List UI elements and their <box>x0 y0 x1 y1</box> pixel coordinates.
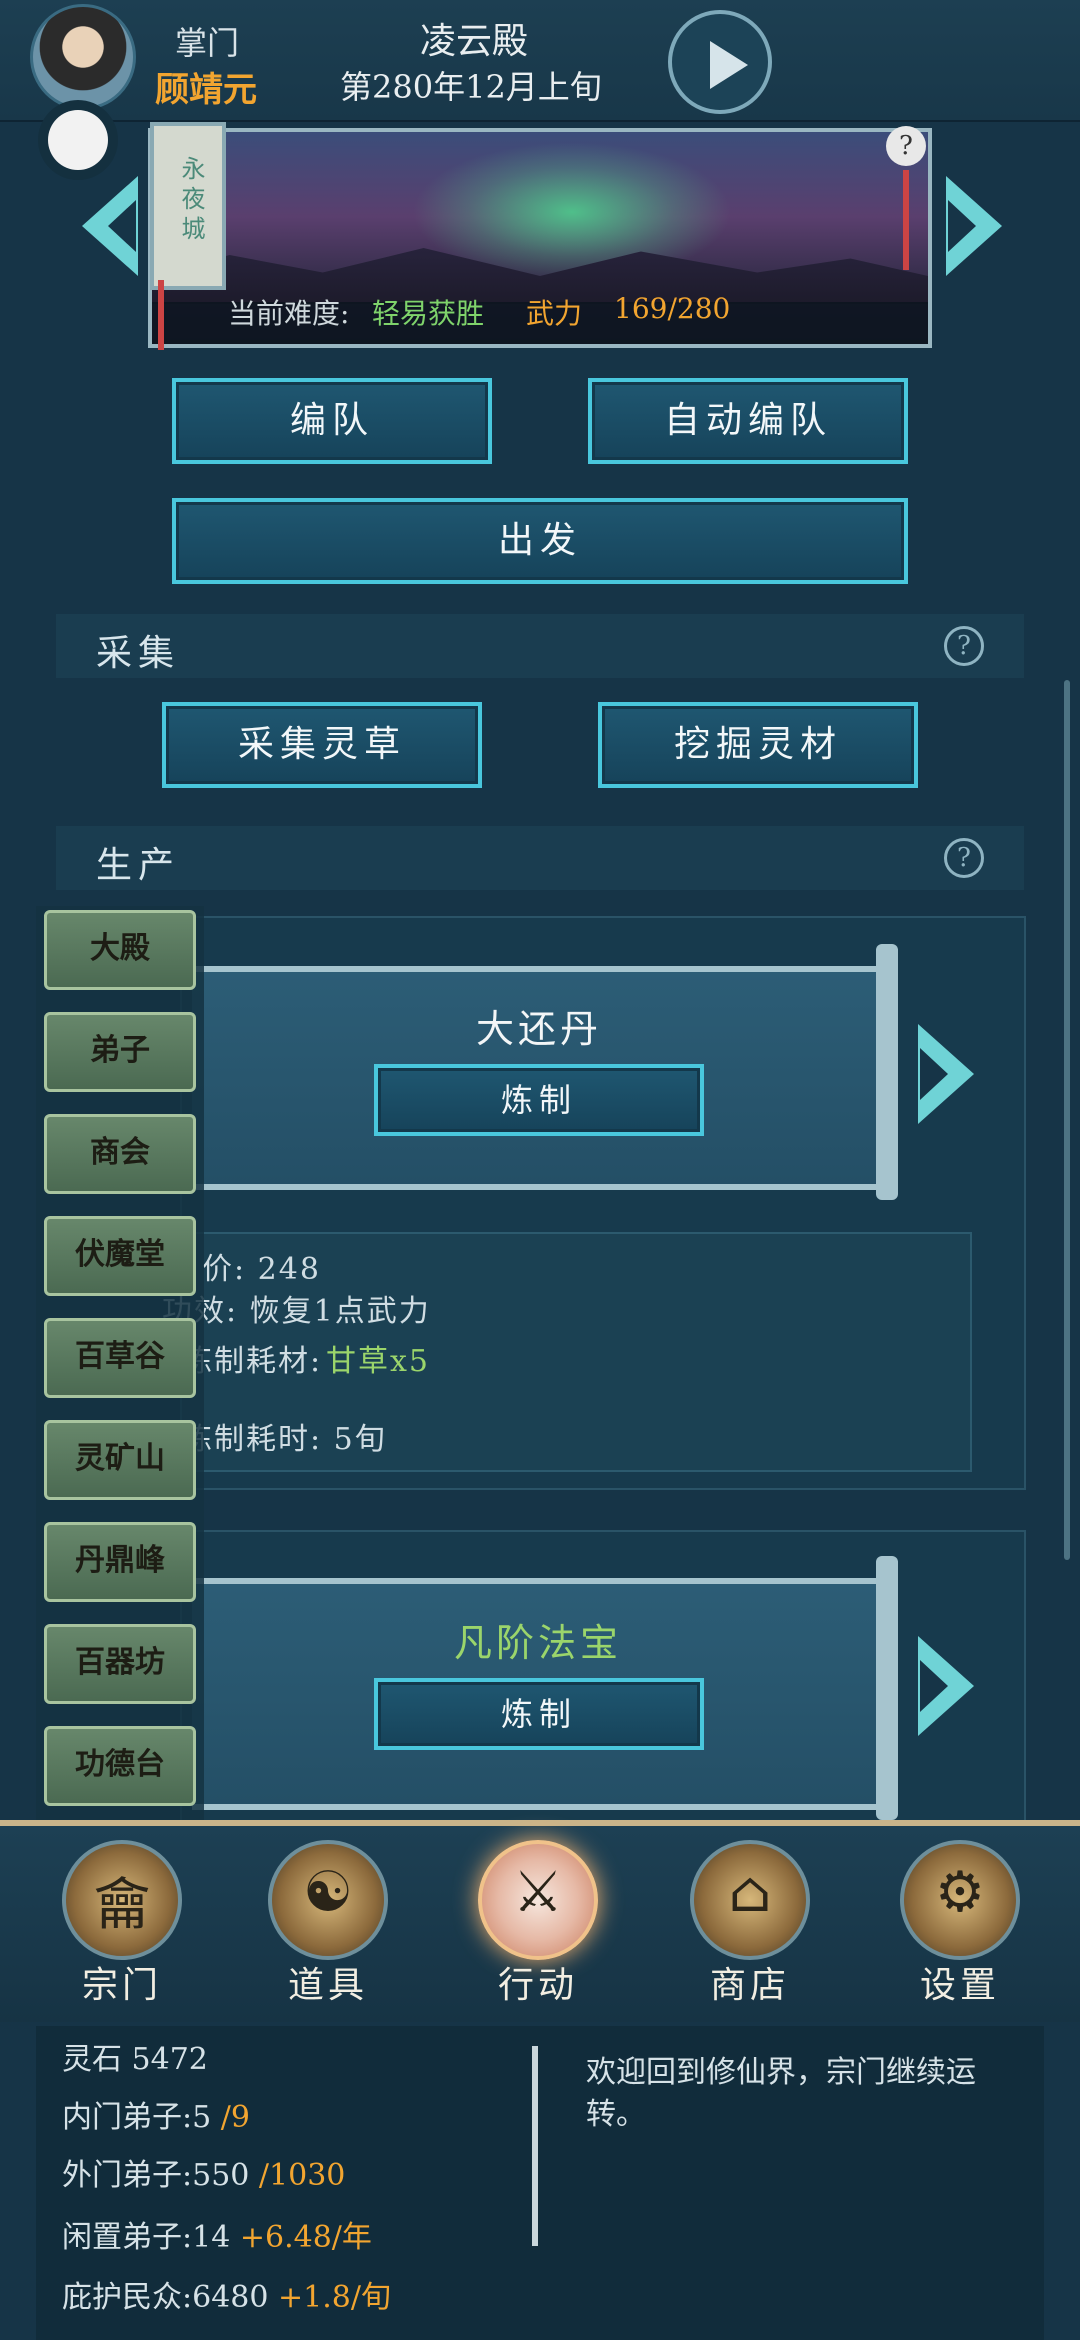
city-name: 永夜城 <box>177 156 205 246</box>
next-product-arrow-icon[interactable] <box>912 1004 982 1144</box>
stat-label: 内门弟子: <box>62 2100 193 2135</box>
tab-label: 设置 <box>919 1965 1000 2006</box>
stat-rate: +1.8/旬 <box>278 2280 391 2315</box>
nav-cauldron-peak[interactable]: 丹鼎峰 <box>44 1522 196 1602</box>
leader-name: 顾靖元 <box>155 70 257 110</box>
force-label: 武力 <box>526 297 583 330</box>
stat-label: 闲置弟子: <box>62 2220 193 2255</box>
nav-mine-mountain[interactable]: 灵矿山 <box>44 1420 196 1500</box>
outer-disciples-stat: 外门弟子:550 /1030 <box>62 2150 345 2194</box>
idle-disciples-stat: 闲置弟子:14 +6.48/年 <box>62 2212 372 2256</box>
craft-button[interactable]: 炼制 <box>374 1064 704 1136</box>
prev-city-arrow-icon[interactable] <box>74 156 144 296</box>
tab-label: 商店 <box>709 1965 790 2006</box>
scrollbar[interactable] <box>1064 680 1070 1560</box>
force-value: 169/280 <box>614 292 731 325</box>
shop-icon: ⌂ <box>728 1860 772 1925</box>
next-city-arrow-icon[interactable] <box>940 156 1010 296</box>
stat-value: 6480 <box>192 2280 269 2315</box>
nav-disciples[interactable]: 弟子 <box>44 1012 196 1092</box>
tab-action[interactable]: ⚔ 行动 <box>468 1826 608 2006</box>
leader-title-label: 掌门 <box>175 24 240 62</box>
stat-value: 14 <box>192 2220 231 2255</box>
help-icon[interactable]: ? <box>886 126 926 166</box>
stat-value: 5 <box>192 2100 212 2135</box>
inner-disciples-stat: 内门弟子:5 /9 <box>62 2092 250 2136</box>
protected-people-stat: 庇护民众:6480 +1.8/旬 <box>62 2272 391 2316</box>
stat-label: 庇护民众: <box>62 2280 193 2315</box>
craft-button[interactable]: 炼制 <box>374 1678 704 1750</box>
product-time: 炼制耗时: 5旬 <box>182 1422 387 1457</box>
nav-guild[interactable]: 商会 <box>44 1114 196 1194</box>
play-icon <box>710 41 748 89</box>
gather-section-title: 采集 <box>96 633 181 674</box>
spirit-stone-stat: 灵石 5472 <box>62 2034 208 2078</box>
scroll-roller <box>876 1556 898 1820</box>
product-name: 凡阶法宝 <box>454 1621 623 1665</box>
system-message: 欢迎回到修仙界，宗门继续运转。 <box>586 2055 976 2132</box>
stat-capacity: /1030 <box>258 2158 346 2193</box>
sect-name: 凌云殿 <box>420 21 529 62</box>
sword-cloud-icon: ⚔ <box>512 1860 564 1925</box>
stat-capacity: /9 <box>220 2100 250 2135</box>
play-button[interactable] <box>668 10 772 114</box>
depart-button[interactable]: 出发 <box>172 498 908 584</box>
difficulty-value: 轻易获胜 <box>372 297 485 330</box>
stat-value: 550 <box>192 2158 250 2193</box>
help-icon[interactable]: ? <box>944 626 984 666</box>
tab-label: 道具 <box>287 1965 368 2006</box>
product-material-value: 甘草x5 <box>326 1344 431 1379</box>
leader-avatar[interactable] <box>30 4 136 110</box>
dig-material-button[interactable]: 挖掘灵材 <box>598 702 918 788</box>
bag-icon: ☯ <box>302 1860 354 1925</box>
stat-value: 5472 <box>131 2042 208 2077</box>
gather-herb-button[interactable]: 采集灵草 <box>162 702 482 788</box>
stat-label: 外门弟子: <box>62 2158 193 2193</box>
tassel-decoration <box>158 280 164 350</box>
status-divider <box>532 2046 538 2246</box>
tab-shop[interactable]: ⌂ 商店 <box>680 1826 820 2006</box>
product-name: 大还丹 <box>476 1007 603 1051</box>
nav-main-hall[interactable]: 大殿 <box>44 910 196 990</box>
nav-demon-hall[interactable]: 伏魔堂 <box>44 1216 196 1296</box>
next-product-arrow-icon[interactable] <box>912 1616 982 1756</box>
tab-items[interactable]: ☯ 道具 <box>258 1826 398 2006</box>
help-icon[interactable]: ? <box>944 838 984 878</box>
produce-section-header: 生产 ? <box>56 826 1024 890</box>
gear-icon: ⚙ <box>934 1860 986 1925</box>
auto-team-button[interactable]: 自动编队 <box>588 378 908 464</box>
stat-label: 灵石 <box>62 2042 122 2077</box>
gate-icon: 龠 <box>94 1873 150 1938</box>
team-button[interactable]: 编队 <box>172 378 492 464</box>
nav-merit-platform[interactable]: 功德台 <box>44 1726 196 1806</box>
produce-section-title: 生产 <box>96 845 181 886</box>
difficulty-label: 当前难度: <box>228 297 350 330</box>
stat-rate: +6.48/年 <box>239 2220 372 2255</box>
product-price: 价: 248 <box>202 1252 321 1287</box>
scroll-roller <box>876 944 898 1200</box>
tab-label: 宗门 <box>81 1965 162 2006</box>
tab-settings[interactable]: ⚙ 设置 <box>890 1826 1030 2006</box>
tassel-decoration <box>903 170 909 270</box>
nav-herb-valley[interactable]: 百草谷 <box>44 1318 196 1398</box>
tab-sect[interactable]: 龠 宗门 <box>52 1826 192 2006</box>
tab-label: 行动 <box>497 1965 578 2006</box>
game-date: 第280年12月上旬 <box>340 68 602 106</box>
nav-artifact-workshop[interactable]: 百器坊 <box>44 1624 196 1704</box>
gather-section-header: 采集 ? <box>56 614 1024 678</box>
